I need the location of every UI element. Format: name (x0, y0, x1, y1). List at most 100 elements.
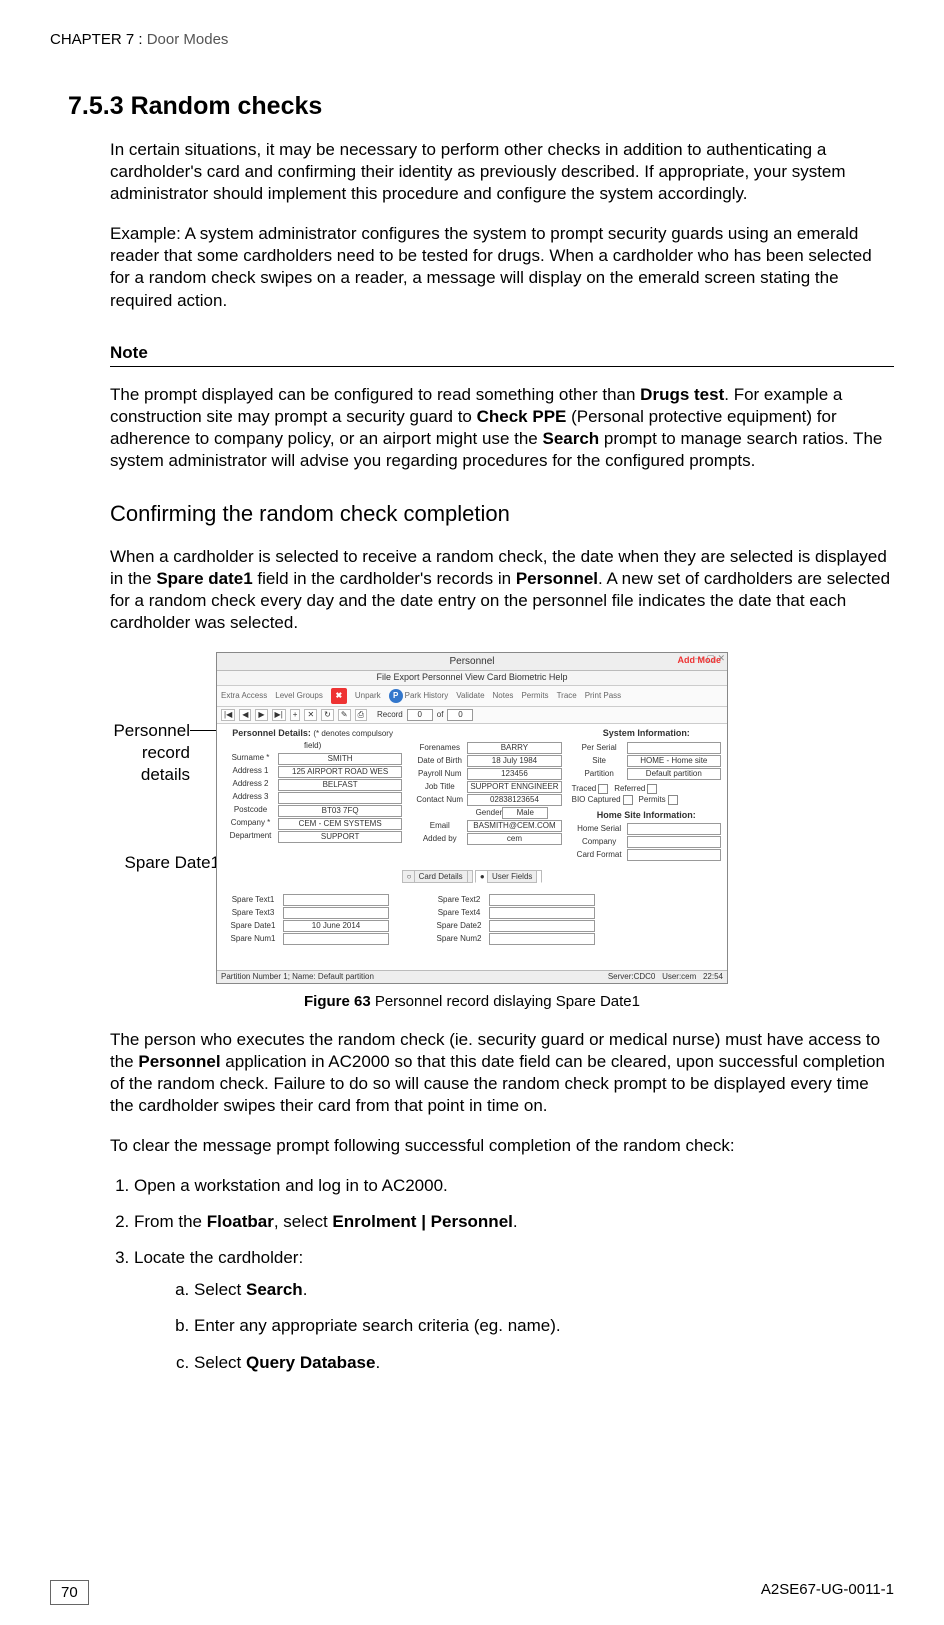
postcode-field[interactable]: BT03 7FQ (278, 805, 402, 817)
paragraph: To clear the message prompt following su… (110, 1135, 894, 1157)
status-user: User:cem (662, 972, 696, 981)
figure: Personnel record details Spare Date1 Per… (50, 652, 894, 984)
trace-button[interactable]: Trace (557, 691, 577, 701)
partition-field[interactable]: Default partition (627, 768, 721, 780)
email-field[interactable]: BASMITH@CEM.COM (467, 820, 561, 832)
spare-num1-field[interactable] (283, 933, 389, 945)
note-heading: Note (110, 342, 894, 367)
menu-bar: File Export Personnel View Card Biometri… (217, 671, 727, 686)
record-label: Record (377, 710, 403, 720)
extra-access-button[interactable]: Extra Access (221, 691, 267, 701)
add-mode-indicator: Add Mode (678, 655, 722, 667)
address2-field[interactable]: BELFAST (278, 779, 402, 791)
spare-date1-field[interactable]: 10 June 2014 (283, 920, 389, 932)
department-field[interactable]: SUPPORT (278, 831, 402, 843)
spare-date2-field[interactable] (489, 920, 595, 932)
substep-b: Enter any appropriate search criteria (e… (194, 1315, 894, 1337)
substep-a: Select Search. (194, 1279, 894, 1301)
ordered-steps: Open a workstation and log in to AC2000.… (110, 1175, 894, 1374)
section-heading: 7.5.3 Random checks (68, 90, 894, 123)
prev-record-button[interactable]: ◀ (239, 709, 251, 721)
first-record-button[interactable]: |◀ (221, 709, 235, 721)
jobtitle-field[interactable]: SUPPORT ENNGINEER (467, 781, 561, 793)
substep-c: Select Query Database. (194, 1352, 894, 1374)
callout-spare-date1: Spare Date1 (80, 852, 220, 874)
save-button[interactable]: ✎ (338, 709, 351, 721)
surname-field[interactable]: SMITH (278, 753, 402, 765)
note-body: The prompt displayed can be configured t… (110, 384, 894, 472)
figure-caption: Figure 63 Personnel record dislaying Spa… (50, 992, 894, 1012)
paragraph: When a cardholder is selected to receive… (110, 546, 894, 634)
spare-text3-field[interactable] (283, 907, 389, 919)
traced-checkbox[interactable] (598, 784, 608, 794)
print-pass-button[interactable]: Print Pass (585, 691, 621, 701)
page-number: 70 (50, 1580, 89, 1606)
section-number: 7.5.3 (68, 92, 124, 120)
permits-button[interactable]: Permits (521, 691, 548, 701)
next-record-button[interactable]: ▶ (255, 709, 267, 721)
tab-card-details[interactable]: ○ Card Details (402, 870, 473, 883)
window-title: Personnel (449, 656, 494, 667)
addedby-field[interactable]: cem (467, 833, 561, 845)
window-titlebar: Personnel — ▢ ✕ (217, 653, 727, 671)
column-heading: Personnel Details: (* denotes compulsory… (223, 728, 402, 751)
forenames-field[interactable]: BARRY (467, 742, 561, 754)
company-field[interactable]: CEM - CEM SYSTEMS (278, 818, 402, 830)
step-1: Open a workstation and log in to AC2000. (134, 1175, 894, 1197)
document-id: A2SE67-UG-0011-1 (761, 1580, 894, 1606)
home-serial-field[interactable] (627, 823, 721, 835)
spare-text4-field[interactable] (489, 907, 595, 919)
middle-column: ForenamesBARRY Date of Birth18 July 1984… (412, 728, 561, 862)
step-3: Locate the cardholder: Select Search. En… (134, 1247, 894, 1373)
site-field[interactable]: HOME - Home site (627, 755, 721, 767)
paragraph: The person who executes the random check… (110, 1029, 894, 1117)
page-footer: 70 A2SE67-UG-0011-1 (50, 1580, 894, 1606)
address1-field[interactable]: 125 AIRPORT ROAD WES (278, 766, 402, 778)
card-format-field[interactable] (627, 849, 721, 861)
level-groups-button[interactable]: Level Groups (275, 691, 323, 701)
dob-field[interactable]: 18 July 1984 (467, 755, 561, 767)
permits-checkbox[interactable] (668, 795, 678, 805)
validate-button[interactable]: Validate (456, 691, 484, 701)
notes-button[interactable]: Notes (493, 691, 514, 701)
spare-text2-field[interactable] (489, 894, 595, 906)
substeps: Select Search. Enter any appropriate sea… (134, 1279, 894, 1373)
toolbar: Extra Access Level Groups ✖ Unpark PPark… (217, 686, 727, 707)
record-total: 0 (447, 709, 473, 721)
spare-fields-panel: Spare Text1 Spare Text3 Spare Date110 Ju… (217, 889, 727, 950)
gender-field[interactable]: Male (502, 807, 548, 819)
home-company-field[interactable] (627, 836, 721, 848)
of-label: of (437, 710, 444, 720)
spare-text1-field[interactable] (283, 894, 389, 906)
add-button[interactable]: + (290, 709, 301, 721)
callout-personnel-record: Personnel record details (80, 720, 190, 786)
delete-button[interactable]: ✕ (304, 709, 317, 721)
subsection-heading: Confirming the random check completion (110, 500, 894, 529)
paragraph: Example: A system administrator configur… (110, 223, 894, 311)
referred-checkbox[interactable] (647, 784, 657, 794)
per-serial-field[interactable] (627, 742, 721, 754)
last-record-button[interactable]: ▶| (272, 709, 286, 721)
status-partition: Partition Number 1; Name: Default partit… (221, 972, 374, 982)
status-server: Server:CDC0 (608, 972, 656, 981)
payroll-field[interactable]: 123456 (467, 768, 561, 780)
delete-icon[interactable]: ✖ (331, 688, 347, 704)
tab-bar: ○ Card Details ● User Fields (223, 872, 721, 882)
personnel-app-window: Personnel — ▢ ✕ File Export Personnel Vi… (216, 652, 728, 984)
chapter-title: Door Modes (147, 31, 229, 48)
tab-user-fields[interactable]: ● User Fields (475, 870, 543, 883)
contact-field[interactable]: 02838123654 (467, 794, 561, 806)
section-title: Random checks (131, 92, 323, 120)
address3-field[interactable] (278, 792, 402, 804)
nav-toolbar: |◀ ◀ ▶ ▶| + ✕ ↻ ✎ ⎙ Record 0 of 0 Add Mo… (217, 707, 727, 724)
chapter-number: CHAPTER 7 : (50, 31, 143, 48)
refresh-button[interactable]: ↻ (321, 709, 334, 721)
chapter-header: CHAPTER 7 : Door Modes (50, 30, 894, 50)
personnel-details-column: Personnel Details: (* denotes compulsory… (223, 728, 402, 862)
status-time: 22:54 (703, 972, 723, 981)
unpark-button[interactable]: Unpark (355, 691, 381, 701)
park-history-button[interactable]: PPark History (389, 689, 449, 703)
bio-checkbox[interactable] (623, 795, 633, 805)
spare-num2-field[interactable] (489, 933, 595, 945)
print-button[interactable]: ⎙ (355, 709, 367, 721)
